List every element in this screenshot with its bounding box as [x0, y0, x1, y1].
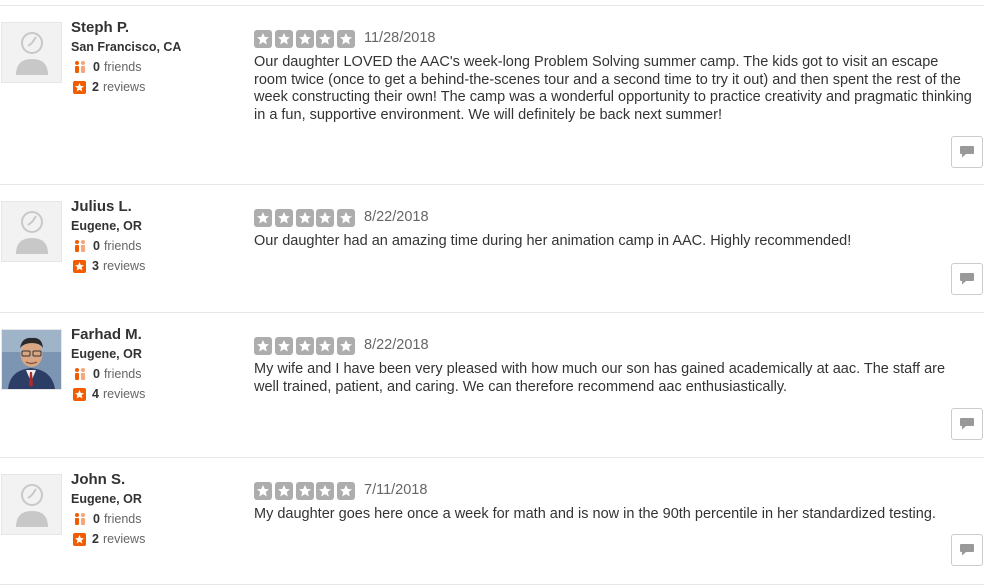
default-avatar-icon	[2, 23, 61, 82]
review-item: Steph P. San Francisco, CA 0 friends 2 r…	[0, 19, 1000, 182]
review-star-icon	[73, 80, 86, 94]
star-icon	[254, 30, 272, 48]
comment-button[interactable]	[951, 263, 983, 295]
friends-count: 0 friends	[73, 512, 141, 526]
reviews-count: 3 reviews	[73, 259, 145, 273]
reviews-number: 2	[92, 532, 99, 546]
reviews-count: 4 reviews	[73, 387, 145, 401]
divider	[0, 584, 984, 585]
divider	[0, 184, 984, 185]
user-location: Eugene, OR	[71, 219, 142, 233]
star-rating	[254, 337, 358, 355]
speech-bubble-icon	[960, 273, 974, 285]
review-item: Farhad M. Eugene, OR 0 friends 4 reviews…	[0, 326, 1000, 457]
friends-icon	[75, 240, 85, 252]
speech-bubble-icon	[960, 544, 974, 556]
star-icon	[316, 337, 335, 355]
star-icon	[316, 209, 335, 227]
friends-number: 0	[93, 239, 100, 253]
friends-count: 0 friends	[73, 367, 141, 381]
star-icon	[316, 482, 335, 500]
divider	[0, 457, 984, 458]
friends-icon	[75, 61, 85, 73]
reviews-label: reviews	[102, 259, 146, 273]
friends-icon	[75, 368, 85, 380]
star-icon	[337, 209, 356, 227]
user-avatar[interactable]	[1, 329, 62, 390]
reviews-label: reviews	[102, 532, 146, 546]
friends-label: friends	[103, 239, 142, 253]
star-icon	[254, 209, 272, 227]
reviews-label: reviews	[102, 80, 146, 94]
user-avatar[interactable]	[1, 22, 62, 83]
friends-number: 0	[93, 60, 100, 74]
reviews-number: 4	[92, 387, 99, 401]
user-name[interactable]: John S.	[71, 471, 125, 488]
review-item: John S. Eugene, OR 0 friends 2 reviews 7…	[0, 471, 1000, 584]
review-text: Our daughter LOVED the AAC's week-long P…	[254, 54, 972, 123]
comment-button[interactable]	[951, 136, 983, 168]
divider	[0, 312, 984, 313]
user-name[interactable]: Steph P.	[71, 19, 129, 36]
reviews-label: reviews	[102, 387, 146, 401]
star-rating	[254, 482, 358, 500]
friends-count: 0 friends	[73, 60, 141, 74]
star-icon	[274, 482, 293, 500]
review-star-icon	[73, 387, 86, 401]
user-location: San Francisco, CA	[71, 40, 182, 54]
review-date: 11/28/2018	[364, 30, 436, 46]
star-icon	[295, 30, 314, 48]
comment-button[interactable]	[951, 534, 983, 566]
reviews-number: 3	[92, 259, 99, 273]
user-photo-icon	[2, 330, 61, 389]
star-icon	[337, 337, 356, 355]
star-icon	[274, 337, 293, 355]
friends-label: friends	[103, 367, 142, 381]
review-text: Our daughter had an amazing time during …	[254, 233, 852, 249]
star-icon	[274, 30, 293, 48]
review-item: Julius L. Eugene, OR 0 friends 3 reviews…	[0, 198, 1000, 311]
review-date: 8/22/2018	[364, 209, 429, 225]
default-avatar-icon	[2, 475, 61, 534]
default-avatar-icon	[2, 202, 61, 261]
star-icon	[337, 482, 356, 500]
friends-number: 0	[93, 512, 100, 526]
divider	[0, 5, 984, 6]
star-rating	[254, 30, 358, 48]
star-icon	[254, 482, 272, 500]
user-avatar[interactable]	[1, 201, 62, 262]
speech-bubble-icon	[960, 418, 974, 430]
star-icon	[254, 337, 272, 355]
review-text: My daughter goes here once a week for ma…	[254, 506, 936, 522]
star-rating	[254, 209, 358, 227]
comment-button[interactable]	[951, 408, 983, 440]
star-icon	[337, 30, 356, 48]
star-icon	[295, 337, 314, 355]
review-star-icon	[73, 532, 86, 546]
user-name[interactable]: Julius L.	[71, 198, 132, 215]
reviews-number: 2	[92, 80, 99, 94]
reviews-count: 2 reviews	[73, 532, 145, 546]
review-star-icon	[73, 259, 86, 273]
friends-label: friends	[103, 512, 142, 526]
friends-number: 0	[93, 367, 100, 381]
reviews-count: 2 reviews	[73, 80, 145, 94]
friends-icon	[75, 513, 85, 525]
star-icon	[316, 30, 335, 48]
user-name[interactable]: Farhad M.	[71, 326, 142, 343]
speech-bubble-icon	[960, 146, 974, 158]
user-avatar[interactable]	[1, 474, 62, 535]
friends-count: 0 friends	[73, 239, 141, 253]
star-icon	[295, 209, 314, 227]
review-date: 7/11/2018	[364, 482, 428, 498]
user-location: Eugene, OR	[71, 347, 142, 361]
star-icon	[274, 209, 293, 227]
review-date: 8/22/2018	[364, 337, 429, 353]
friends-label: friends	[103, 60, 142, 74]
review-text: My wife and I have been very pleased wit…	[254, 361, 946, 395]
star-icon	[295, 482, 314, 500]
user-location: Eugene, OR	[71, 492, 142, 506]
